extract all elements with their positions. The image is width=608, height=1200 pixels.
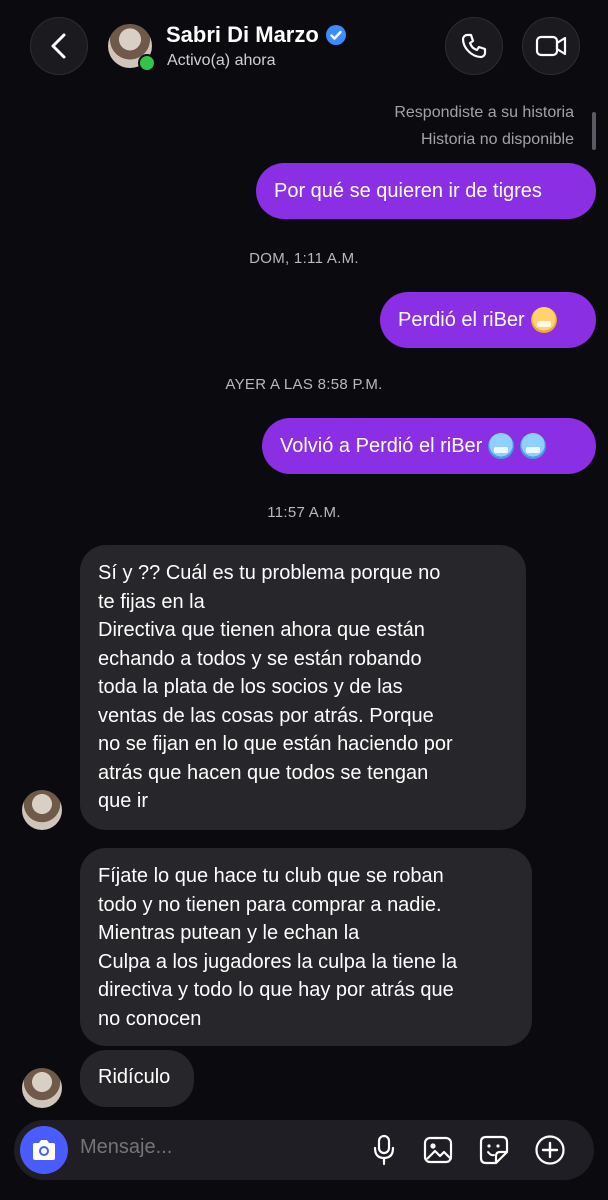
- message-line: todo y no tienen para comprar a nadie.: [98, 893, 442, 916]
- crying-laughing-cat-emoji: [530, 307, 557, 333]
- voice-call-button[interactable]: [445, 17, 503, 75]
- phone-icon: [461, 33, 487, 59]
- message-composer: [14, 1120, 594, 1180]
- activity-status: Activo(a) ahora: [167, 52, 276, 69]
- timestamp: 11:57 A.M.: [267, 504, 341, 521]
- message-line: Directiva que tienen ahora que están: [98, 619, 425, 641]
- timestamp: DOM, 1:11 A.M.: [249, 250, 359, 267]
- message-text: Ridículo: [98, 1066, 171, 1088]
- outgoing-message[interactable]: Volvió a Perdió el riBer: [262, 418, 596, 474]
- sender-avatar[interactable]: [22, 1068, 62, 1108]
- message-line: atrás que hacen que todos se tengan: [98, 761, 429, 784]
- message-line: Culpa a los jugadores la culpa la tiene …: [98, 950, 458, 973]
- message-line: Sí y ?? Cuál es tu problema porque no: [98, 562, 441, 584]
- incoming-message[interactable]: Fíjate lo que hace tu club que se roban …: [80, 848, 532, 1046]
- camera-icon: [33, 1140, 55, 1160]
- chat-header: Sabri Di Marzo Activo(a) ahora: [0, 0, 608, 96]
- more-options-button[interactable]: [534, 1134, 566, 1166]
- incoming-message[interactable]: Sí y ?? Cuál es tu problema porque no te…: [80, 545, 526, 830]
- message-text: Por qué se quieren ir de tigres: [274, 179, 542, 202]
- voice-message-button[interactable]: [368, 1134, 400, 1166]
- story-reply-note: Respondiste a su historia: [394, 104, 574, 121]
- outgoing-message[interactable]: Perdió el riBer: [380, 292, 596, 348]
- video-call-button[interactable]: [522, 17, 580, 75]
- message-line: directiva y todo lo que hay por atrás qu…: [98, 979, 454, 1001]
- back-arrow-icon: [51, 33, 66, 59]
- message-line: toda la plata de los socios y de las: [98, 676, 403, 698]
- sender-avatar[interactable]: [22, 790, 62, 830]
- message-line: Mientras putean y le echan la: [98, 922, 360, 944]
- contact-name: Sabri Di Marzo: [166, 22, 319, 47]
- plus-icon: [535, 1135, 565, 1165]
- timestamp: AYER A LAS 8:58 P.M.: [225, 376, 383, 393]
- outgoing-message[interactable]: Por qué se quieren ir de tigres: [256, 163, 596, 219]
- story-unavailable-note[interactable]: Historia no disponible: [421, 131, 574, 149]
- message-line: no conocen: [98, 1007, 202, 1030]
- cold-face-emoji: [520, 433, 547, 459]
- message-line: Fíjate lo que hace tu club que se roban: [98, 865, 444, 887]
- back-button[interactable]: [30, 17, 88, 75]
- scrollbar[interactable]: [592, 112, 596, 150]
- message-line: echando a todos y se están robando: [98, 647, 422, 670]
- message-text: Volvió a Perdió el riBer: [280, 434, 483, 457]
- message-line: te fijas en la: [98, 590, 205, 613]
- message-line: que ir: [98, 790, 149, 812]
- video-camera-icon: [535, 35, 567, 57]
- camera-button[interactable]: [20, 1126, 68, 1174]
- gallery-button[interactable]: [422, 1134, 454, 1166]
- message-input[interactable]: [80, 1136, 350, 1159]
- online-indicator: [138, 54, 156, 72]
- incoming-message[interactable]: Ridículo: [80, 1050, 194, 1107]
- message-line: no se fijan en lo que están haciendo por: [98, 733, 453, 755]
- verified-badge-icon: [325, 25, 346, 45]
- cold-face-emoji: [488, 433, 515, 459]
- contact-name-row[interactable]: Sabri Di Marzo: [166, 22, 347, 48]
- message-text: Perdió el riBer: [398, 308, 525, 331]
- sticker-button[interactable]: [478, 1134, 510, 1166]
- microphone-icon: [373, 1134, 395, 1166]
- image-icon: [423, 1136, 453, 1164]
- sticker-icon: [479, 1135, 509, 1165]
- message-line: ventas de las cosas por atrás. Porque: [98, 704, 434, 727]
